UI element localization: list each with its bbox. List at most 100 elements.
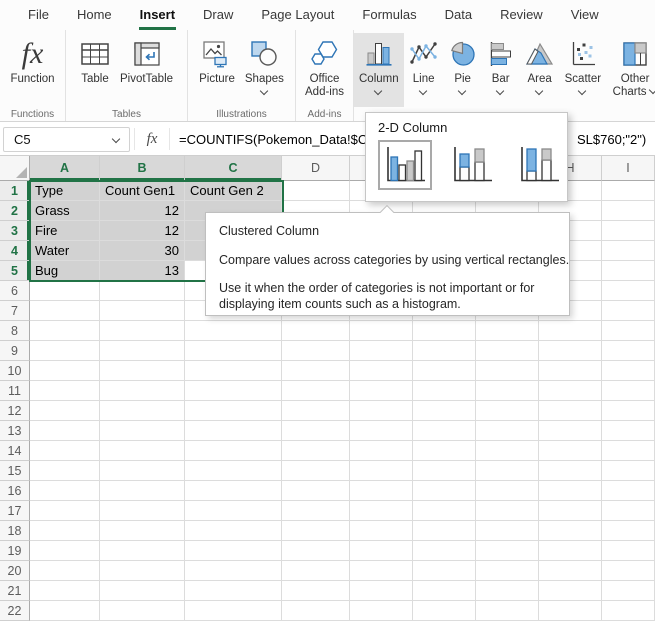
row-header-17[interactable]: 17 bbox=[0, 501, 30, 521]
tab-insert[interactable]: Insert bbox=[126, 0, 189, 30]
cell-A5[interactable]: Bug bbox=[30, 261, 100, 281]
cell-F9[interactable] bbox=[413, 341, 476, 361]
cell-E9[interactable] bbox=[350, 341, 413, 361]
cell-C22[interactable] bbox=[185, 601, 282, 621]
cell-B12[interactable] bbox=[100, 401, 185, 421]
area-button[interactable]: Area bbox=[520, 33, 560, 96]
cell-E22[interactable] bbox=[350, 601, 413, 621]
scatter-button[interactable]: Scatter bbox=[560, 33, 606, 96]
cell-F10[interactable] bbox=[413, 361, 476, 381]
cell-A3[interactable]: Fire bbox=[30, 221, 100, 241]
cell-C9[interactable] bbox=[185, 341, 282, 361]
bar-button[interactable]: Bar bbox=[482, 33, 520, 96]
pivottable-button[interactable]: PivotTable bbox=[115, 33, 178, 86]
cell-I16[interactable] bbox=[602, 481, 655, 501]
cell-B15[interactable] bbox=[100, 461, 185, 481]
cell-D11[interactable] bbox=[282, 381, 350, 401]
row-header-12[interactable]: 12 bbox=[0, 401, 30, 421]
cell-G15[interactable] bbox=[476, 461, 539, 481]
cell-B22[interactable] bbox=[100, 601, 185, 621]
cell-D21[interactable] bbox=[282, 581, 350, 601]
chevron-down-icon[interactable] bbox=[458, 88, 467, 96]
col-header-C[interactable]: C bbox=[185, 156, 282, 181]
col-header-D[interactable]: D bbox=[282, 156, 350, 181]
cell-I12[interactable] bbox=[602, 401, 655, 421]
cell-B8[interactable] bbox=[100, 321, 185, 341]
cell-C8[interactable] bbox=[185, 321, 282, 341]
cell-G11[interactable] bbox=[476, 381, 539, 401]
row-header-14[interactable]: 14 bbox=[0, 441, 30, 461]
cell-A11[interactable] bbox=[30, 381, 100, 401]
row-header-5[interactable]: 5 bbox=[0, 261, 30, 281]
cell-F20[interactable] bbox=[413, 561, 476, 581]
cell-I4[interactable] bbox=[602, 241, 655, 261]
cell-F12[interactable] bbox=[413, 401, 476, 421]
cell-C18[interactable] bbox=[185, 521, 282, 541]
cell-I22[interactable] bbox=[602, 601, 655, 621]
cell-F19[interactable] bbox=[413, 541, 476, 561]
cell-E10[interactable] bbox=[350, 361, 413, 381]
office-add-ins-button[interactable]: Office Add-ins bbox=[296, 33, 354, 99]
cell-B10[interactable] bbox=[100, 361, 185, 381]
cell-E15[interactable] bbox=[350, 461, 413, 481]
table-button[interactable]: Table bbox=[75, 33, 115, 86]
cell-C1[interactable]: Count Gen 2 bbox=[185, 181, 282, 201]
cell-H11[interactable] bbox=[539, 381, 602, 401]
cell-H19[interactable] bbox=[539, 541, 602, 561]
col-header-I[interactable]: I bbox=[602, 156, 655, 181]
cell-A6[interactable] bbox=[30, 281, 100, 301]
cell-B9[interactable] bbox=[100, 341, 185, 361]
tab-page-layout[interactable]: Page Layout bbox=[247, 0, 348, 30]
chevron-down-icon[interactable] bbox=[374, 88, 383, 96]
cell-I10[interactable] bbox=[602, 361, 655, 381]
cell-C14[interactable] bbox=[185, 441, 282, 461]
chevron-down-icon[interactable] bbox=[260, 88, 269, 96]
cell-G9[interactable] bbox=[476, 341, 539, 361]
col-header-B[interactable]: B bbox=[100, 156, 185, 181]
cell-D15[interactable] bbox=[282, 461, 350, 481]
cell-C20[interactable] bbox=[185, 561, 282, 581]
cell-I15[interactable] bbox=[602, 461, 655, 481]
cell-I18[interactable] bbox=[602, 521, 655, 541]
cell-D17[interactable] bbox=[282, 501, 350, 521]
row-header-18[interactable]: 18 bbox=[0, 521, 30, 541]
chevron-down-icon[interactable] bbox=[112, 136, 121, 144]
pie-button[interactable]: Pie bbox=[444, 33, 482, 96]
cell-I5[interactable] bbox=[602, 261, 655, 281]
cell-C15[interactable] bbox=[185, 461, 282, 481]
cell-B2[interactable]: 12 bbox=[100, 201, 185, 221]
cell-B17[interactable] bbox=[100, 501, 185, 521]
cell-I20[interactable] bbox=[602, 561, 655, 581]
cell-G8[interactable] bbox=[476, 321, 539, 341]
cell-E14[interactable] bbox=[350, 441, 413, 461]
cell-B13[interactable] bbox=[100, 421, 185, 441]
cell-C21[interactable] bbox=[185, 581, 282, 601]
cell-G16[interactable] bbox=[476, 481, 539, 501]
cell-B20[interactable] bbox=[100, 561, 185, 581]
cell-B3[interactable]: 12 bbox=[100, 221, 185, 241]
cell-A16[interactable] bbox=[30, 481, 100, 501]
tab-review[interactable]: Review bbox=[486, 0, 557, 30]
cell-B11[interactable] bbox=[100, 381, 185, 401]
function-button[interactable]: fxFunction bbox=[5, 33, 59, 86]
formula-input[interactable]: =COUNTIFS(Pokemon_Data!$C$ bbox=[179, 132, 374, 147]
cell-F17[interactable] bbox=[413, 501, 476, 521]
cell-A12[interactable] bbox=[30, 401, 100, 421]
cell-G19[interactable] bbox=[476, 541, 539, 561]
cell-E11[interactable] bbox=[350, 381, 413, 401]
cell-E13[interactable] bbox=[350, 421, 413, 441]
row-header-20[interactable]: 20 bbox=[0, 561, 30, 581]
shapes-button[interactable]: Shapes bbox=[240, 33, 289, 96]
name-box[interactable]: C5 bbox=[3, 127, 130, 152]
cell-E17[interactable] bbox=[350, 501, 413, 521]
cell-A1[interactable]: Type bbox=[30, 181, 100, 201]
cell-H8[interactable] bbox=[539, 321, 602, 341]
cell-D12[interactable] bbox=[282, 401, 350, 421]
chevron-down-icon[interactable] bbox=[535, 88, 544, 96]
tab-draw[interactable]: Draw bbox=[189, 0, 247, 30]
cell-A17[interactable] bbox=[30, 501, 100, 521]
cell-H15[interactable] bbox=[539, 461, 602, 481]
row-header-8[interactable]: 8 bbox=[0, 321, 30, 341]
chevron-down-icon[interactable] bbox=[496, 88, 505, 96]
column-button[interactable]: Column bbox=[354, 33, 404, 107]
